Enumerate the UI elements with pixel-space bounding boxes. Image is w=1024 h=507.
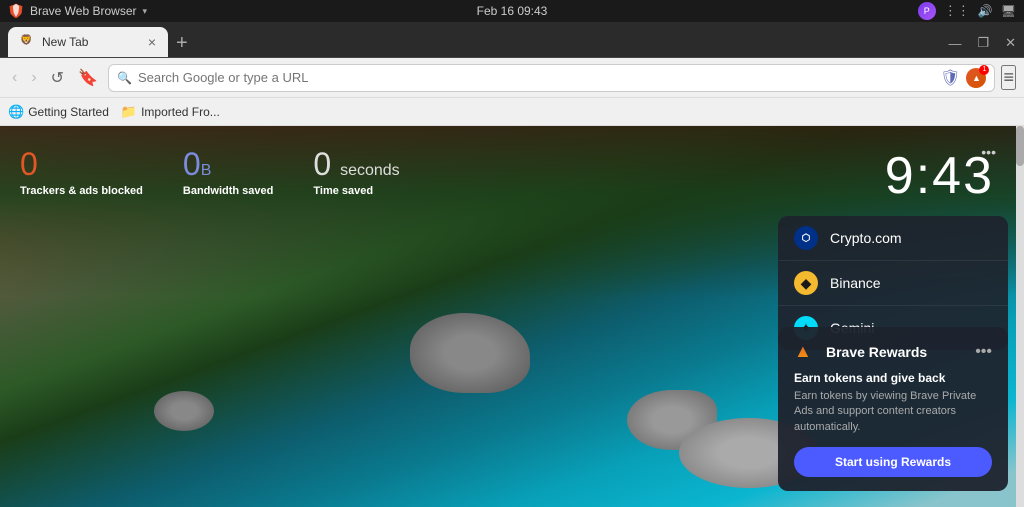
scrollbar-thumb[interactable] — [1016, 126, 1024, 166]
profile-icon[interactable]: P — [918, 2, 936, 20]
app-title: Brave Web Browser — [30, 4, 136, 18]
tab-close-button[interactable]: × — [148, 35, 156, 49]
brave-rewards-icon — [794, 341, 816, 363]
reload-button[interactable]: ↺ — [47, 64, 68, 92]
widget-binance[interactable]: ◆ Binance — [778, 261, 1008, 306]
bandwidth-label: Bandwidth saved — [183, 185, 273, 197]
back-button[interactable]: ‹ — [8, 65, 21, 91]
time-count: 0 seconds — [313, 146, 399, 183]
browser-menu-button[interactable]: ≡ — [1001, 65, 1016, 90]
start-rewards-button[interactable]: Start using Rewards — [794, 447, 992, 477]
getting-started-icon: 🌐 — [8, 104, 24, 120]
tab-bar: 🦁 New Tab × + — ❐ ✕ — [0, 22, 1024, 58]
address-bar[interactable]: 🔍 🛡 ▲ 1 — [108, 64, 996, 92]
rewards-description: Earn tokens by viewing Brave Private Ads… — [794, 389, 992, 435]
brave-shield-icon[interactable]: 🛡 — [940, 68, 960, 88]
title-bar-icons: P ⋮⋮ 🔊 🖥 — [918, 2, 1016, 20]
tab-favicon: 🦁 — [20, 35, 34, 49]
widget-crypto-com[interactable]: ⬡ Crypto.com — [778, 216, 1008, 261]
brave-logo-icon — [8, 3, 24, 19]
new-tab-button[interactable]: + — [168, 33, 196, 53]
bookmark-imported-label: Imported Fro... — [141, 105, 220, 119]
restore-button[interactable]: ❐ — [977, 35, 989, 51]
trackers-stat: 0 Trackers & ads blocked — [20, 146, 143, 197]
binance-icon: ◆ — [794, 271, 818, 295]
volume-icon[interactable]: 🔊 — [978, 4, 993, 18]
bookmarks-bar: 🌐 Getting Started 📁 Imported Fro... — [0, 98, 1024, 126]
scrollbar[interactable] — [1016, 126, 1024, 507]
minimize-button[interactable]: — — [948, 36, 961, 51]
brave-rewards-card: Brave Rewards ••• Earn tokens and give b… — [778, 327, 1008, 491]
screen-icon[interactable]: 🖥 — [1001, 4, 1016, 18]
trackers-count: 0 — [20, 146, 143, 183]
rewards-header: Brave Rewards ••• — [794, 341, 992, 363]
bookmark-button[interactable]: 🔖 — [74, 64, 102, 92]
nav-bar: ‹ › ↺ 🔖 🔍 🛡 ▲ 1 ≡ — [0, 58, 1024, 98]
bookmark-getting-started-label: Getting Started — [28, 105, 109, 119]
time-stat: 0 seconds Time saved — [313, 146, 399, 197]
stats-bar: 0 Trackers & ads blocked 0B Bandwidth sa… — [20, 146, 400, 197]
crypto-com-icon: ⬡ — [794, 226, 818, 250]
trackers-label: Trackers & ads blocked — [20, 185, 143, 197]
main-content: 0 Trackers & ads blocked 0B Bandwidth sa… — [0, 126, 1024, 507]
bookmark-imported[interactable]: 📁 Imported Fro... — [121, 104, 220, 120]
time-label: Time saved — [313, 185, 399, 197]
folder-icon: 📁 — [121, 104, 137, 120]
window-controls: — ❐ ✕ — [948, 35, 1016, 57]
dropdown-arrow[interactable]: ▾ — [142, 6, 147, 17]
close-button[interactable]: ✕ — [1005, 35, 1016, 51]
brave-rewards-nav-icon[interactable]: ▲ 1 — [966, 68, 986, 88]
rewards-tagline: Earn tokens and give back — [794, 371, 992, 385]
clock-display: 9:43 — [885, 146, 994, 206]
datetime-display: Feb 16 09:43 — [477, 4, 548, 18]
tab-title: New Tab — [42, 35, 88, 49]
rewards-badge: 1 — [979, 65, 989, 75]
bandwidth-count: 0B — [183, 146, 273, 183]
rewards-more-button[interactable]: ••• — [975, 343, 992, 361]
binance-label: Binance — [830, 275, 881, 291]
bandwidth-stat: 0B Bandwidth saved — [183, 146, 273, 197]
forward-button[interactable]: › — [27, 65, 40, 91]
search-icon: 🔍 — [117, 71, 132, 85]
active-tab[interactable]: 🦁 New Tab × — [8, 27, 168, 57]
crypto-com-label: Crypto.com — [830, 230, 902, 246]
address-input[interactable] — [138, 70, 934, 85]
bookmark-getting-started[interactable]: 🌐 Getting Started — [8, 104, 109, 120]
rock-4 — [154, 391, 214, 431]
title-bar: Brave Web Browser ▾ Feb 16 09:43 P ⋮⋮ 🔊 … — [0, 0, 1024, 22]
rewards-title: Brave Rewards — [826, 344, 965, 360]
network-icon[interactable]: ⋮⋮ — [944, 3, 970, 19]
